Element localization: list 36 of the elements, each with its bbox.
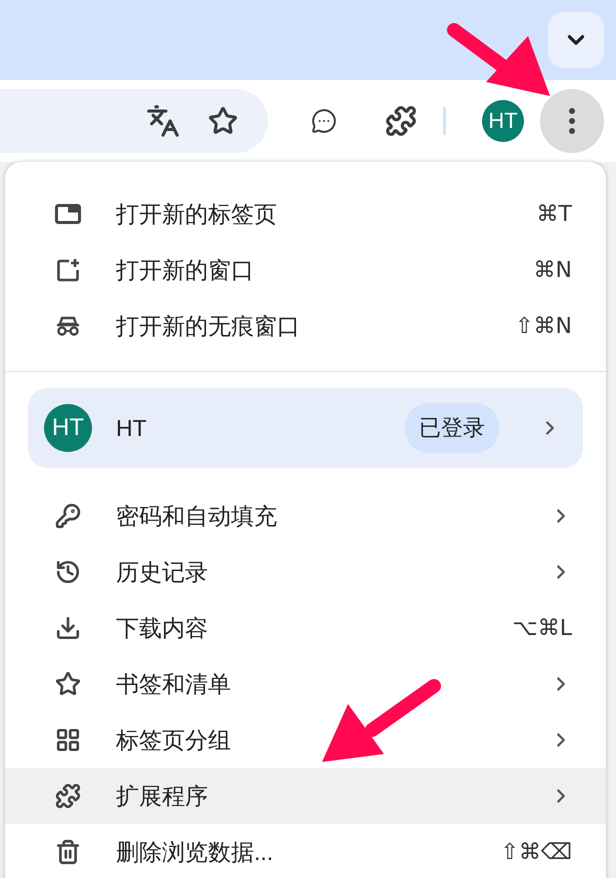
bookmark-star-button[interactable] xyxy=(208,106,238,136)
tab-icon xyxy=(55,204,81,224)
incognito-icon xyxy=(55,315,81,337)
trash-icon xyxy=(55,839,81,865)
history-icon xyxy=(55,559,81,585)
tab-list-button[interactable] xyxy=(548,12,604,68)
profile-name: HT xyxy=(116,414,148,442)
profile-card[interactable]: HT HT 已登录 xyxy=(28,388,583,468)
menu-item[interactable]: 密码和自动填充 xyxy=(5,488,606,544)
extensions-button[interactable] xyxy=(385,105,417,137)
menu-item[interactable]: 删除浏览数据... ⇧⌘⌫ xyxy=(5,824,606,878)
menu-item[interactable]: 打开新的标签页 ⌘T xyxy=(5,186,606,242)
profile-avatar: HT xyxy=(44,404,92,452)
menu-item[interactable]: 扩展程序 xyxy=(5,768,606,824)
new-window-icon xyxy=(56,258,80,282)
puzzle-icon xyxy=(385,105,417,137)
more-vertical-icon xyxy=(569,108,575,134)
chat-icon xyxy=(311,108,337,134)
menu-item[interactable]: 打开新的无痕窗口 ⇧⌘N xyxy=(5,298,606,354)
profile-avatar[interactable]: HT xyxy=(482,100,524,142)
star-icon xyxy=(208,106,238,136)
translate-icon xyxy=(146,104,180,138)
star-icon xyxy=(55,671,81,697)
menu-item[interactable]: 书签和清单 xyxy=(5,656,606,712)
menu-item[interactable]: 历史记录 xyxy=(5,544,606,600)
grid-icon xyxy=(55,727,81,753)
menu-item[interactable]: 标签页分组 xyxy=(5,712,606,768)
translate-button[interactable] xyxy=(146,104,180,138)
menu-item[interactable]: 打开新的窗口 ⌘N xyxy=(5,242,606,298)
chat-button[interactable] xyxy=(311,108,337,134)
key-icon xyxy=(55,503,81,529)
menu-item[interactable]: 下载内容 ⌥⌘L xyxy=(5,600,606,656)
signed-in-chip: 已登录 xyxy=(405,403,499,453)
download-icon xyxy=(55,615,81,641)
address-bar[interactable] xyxy=(0,89,268,153)
puzzle-icon xyxy=(55,783,81,809)
